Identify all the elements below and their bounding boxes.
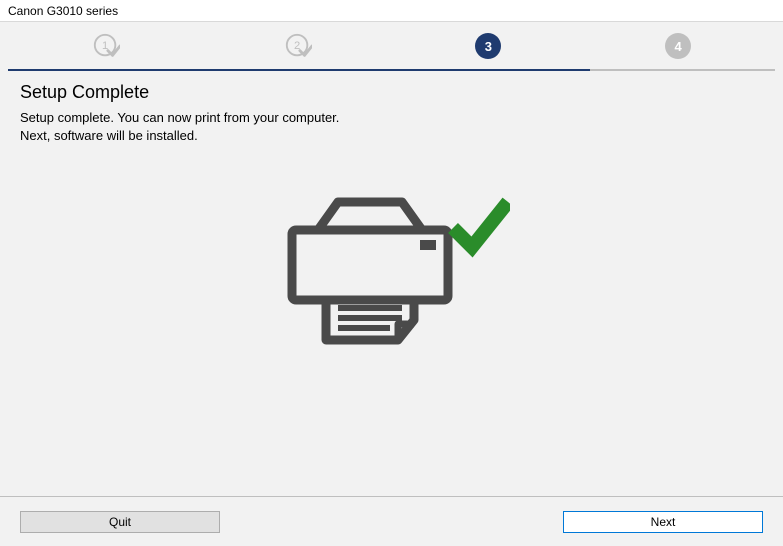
checkmark-icon [453, 202, 508, 247]
window-title: Canon G3010 series [8, 4, 118, 18]
step-indicator: 1 2 3 4 [0, 22, 783, 70]
printer-success-illustration [280, 190, 510, 363]
step-line-progress [8, 69, 590, 71]
step-2-done: 2 [284, 32, 312, 60]
window-titlebar: Canon G3010 series [0, 0, 783, 22]
step-3-current: 3 [475, 33, 501, 59]
step-4-todo: 4 [665, 33, 691, 59]
body-line-2: Next, software will be installed. [20, 128, 198, 143]
page-heading: Setup Complete [20, 82, 763, 103]
step-number: 3 [485, 39, 492, 54]
step-number: 4 [675, 39, 682, 54]
step-done-icon: 2 [284, 31, 312, 61]
footer: Quit Next [0, 496, 783, 546]
step-1-done: 1 [92, 32, 120, 60]
page-body: Setup complete. You can now print from y… [20, 109, 763, 144]
printer-icon [280, 190, 510, 360]
quit-button[interactable]: Quit [20, 511, 220, 533]
body-line-1: Setup complete. You can now print from y… [20, 110, 339, 125]
main-content: Setup Complete Setup complete. You can n… [0, 70, 783, 490]
next-button[interactable]: Next [563, 511, 763, 533]
step-done-icon: 1 [92, 31, 120, 61]
